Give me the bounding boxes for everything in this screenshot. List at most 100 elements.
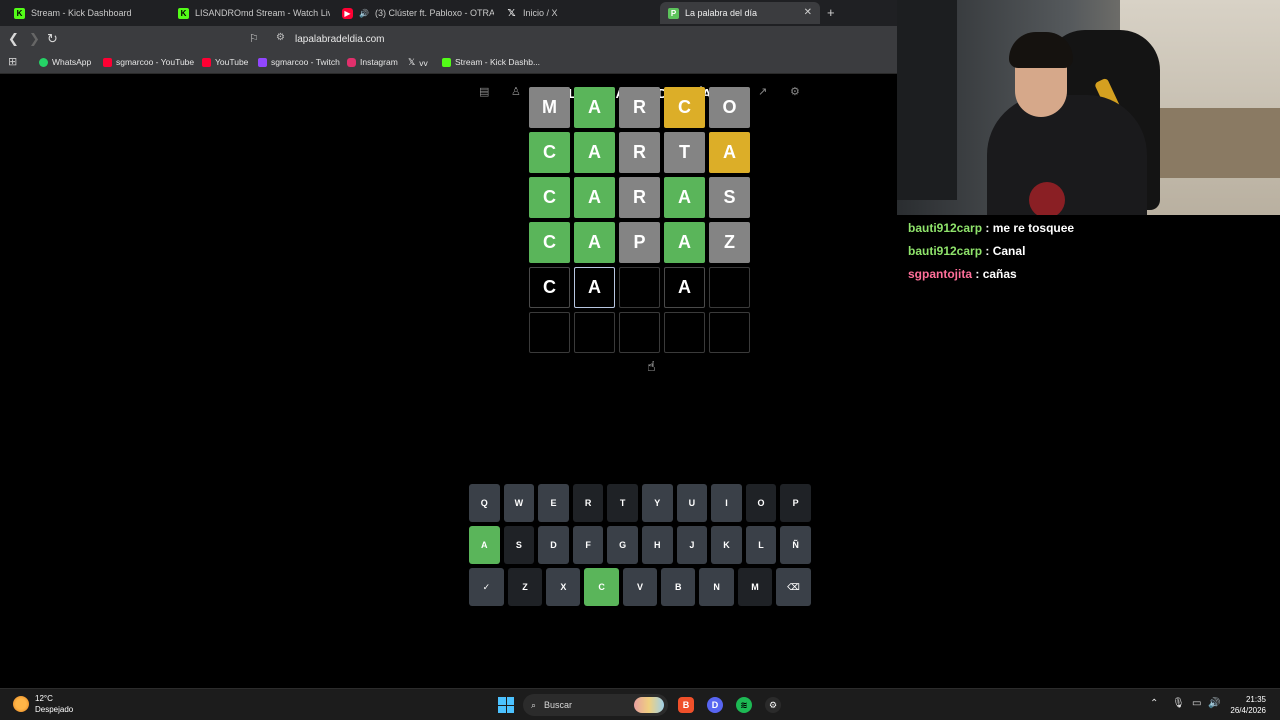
- apps-grid-icon[interactable]: ⊞: [8, 55, 17, 68]
- tray-chevron-icon[interactable]: ⌃: [1150, 698, 1158, 709]
- settings-icon[interactable]: ⚙: [790, 85, 800, 98]
- key-z[interactable]: Z: [507, 568, 543, 606]
- site-settings-icon[interactable]: ⚙: [276, 32, 285, 43]
- microphone-icon[interactable]: 🎙: [1172, 698, 1185, 709]
- backspace-key[interactable]: ⌫: [776, 568, 811, 606]
- tab-palabra-del-dia[interactable]: P La palabra del día ✕: [660, 2, 820, 24]
- letter-tile: S: [709, 177, 750, 218]
- tab-cluster[interactable]: ▶ 🔊 (3) Clúster ft. Pabloxo - OTRA SE: [334, 2, 494, 24]
- chat-username[interactable]: sgpantojita: [908, 267, 972, 281]
- keyboard-row: QWERTYUIOP: [469, 484, 811, 522]
- discord-icon[interactable]: D: [707, 697, 723, 713]
- chat-username[interactable]: bauti912carp: [908, 244, 982, 258]
- key-i[interactable]: I: [711, 484, 742, 522]
- key-ñ[interactable]: Ñ: [780, 526, 811, 564]
- reload-icon[interactable]: ↻: [47, 31, 58, 47]
- letter-grid: MARCOCARTACARASCAPAZCAA: [529, 87, 750, 357]
- key-u[interactable]: U: [676, 484, 708, 522]
- microphone-shape: [1029, 182, 1065, 215]
- whatsapp-icon: [39, 57, 48, 67]
- key-g[interactable]: G: [607, 526, 638, 564]
- key-f[interactable]: F: [572, 526, 604, 564]
- key-v[interactable]: V: [622, 568, 658, 606]
- key-w[interactable]: W: [503, 484, 535, 522]
- bookmark-kick-dashboard[interactable]: Stream - Kick Dashb...: [442, 57, 540, 67]
- key-e[interactable]: E: [538, 484, 569, 522]
- letter-tile[interactable]: [619, 267, 660, 308]
- kick-icon: [442, 57, 451, 67]
- key-b[interactable]: B: [661, 568, 696, 606]
- streamer-hair-shape: [1009, 32, 1073, 68]
- key-a[interactable]: A: [469, 526, 500, 564]
- brave-icon[interactable]: B: [678, 697, 694, 713]
- letter-tile: [664, 312, 705, 353]
- letter-tile[interactable]: A: [574, 267, 615, 308]
- new-tab-button[interactable]: +: [827, 5, 835, 20]
- key-j[interactable]: J: [676, 526, 708, 564]
- chat-text: : me re tosquee: [985, 221, 1075, 235]
- spotify-icon[interactable]: ≋: [736, 697, 752, 713]
- letter-tile[interactable]: A: [664, 267, 705, 308]
- steam-icon[interactable]: ⚙: [765, 697, 781, 713]
- enter-key[interactable]: ✓: [469, 568, 504, 606]
- taskbar-search[interactable]: ⌕ Buscar: [523, 694, 668, 716]
- letter-tile: T: [664, 132, 705, 173]
- mouse-cursor-icon: ☝: [647, 358, 656, 374]
- letter-tile[interactable]: C: [529, 267, 570, 308]
- chat-username[interactable]: bauti912carp: [908, 221, 982, 235]
- url-text[interactable]: lapalabradeldia.com: [295, 34, 385, 45]
- key-l[interactable]: L: [745, 526, 777, 564]
- tab-lisandromd[interactable]: K LISANDROmd Stream - Watch Live o: [170, 2, 330, 24]
- tab-x[interactable]: 𝕏 Inicio / X: [498, 2, 658, 24]
- key-k[interactable]: K: [711, 526, 742, 564]
- letter-tile[interactable]: [709, 267, 750, 308]
- network-icon[interactable]: ▭: [1192, 698, 1201, 709]
- weather-widget[interactable]: 12°C Despejado: [13, 693, 73, 715]
- stats-icon[interactable]: ↗: [758, 85, 767, 98]
- twitch-icon: [258, 57, 267, 67]
- bookmark-whatsapp[interactable]: WhatsApp: [39, 57, 91, 67]
- youtube-icon: [103, 57, 112, 67]
- chat-message: sgpantojita : cañas: [908, 264, 1269, 287]
- bookmark-instagram[interactable]: Instagram: [347, 57, 398, 67]
- chat-message: bauti912carp : Canal: [908, 241, 1269, 264]
- key-t[interactable]: T: [607, 484, 638, 522]
- back-icon[interactable]: ❮: [8, 31, 19, 47]
- bookmark-label: Stream - Kick Dashb...: [455, 57, 541, 67]
- bookmark-twitch[interactable]: sgmarcoo - Twitch: [258, 57, 340, 67]
- key-q[interactable]: Q: [469, 484, 500, 522]
- speaker-icon[interactable]: 🔊: [359, 9, 369, 18]
- tab-kick-dashboard[interactable]: K Stream - Kick Dashboard: [6, 2, 166, 24]
- key-d[interactable]: D: [538, 526, 569, 564]
- key-h[interactable]: H: [641, 526, 673, 564]
- letter-tile: M: [529, 87, 570, 128]
- windows-start-icon[interactable]: [498, 697, 514, 713]
- key-r[interactable]: R: [572, 484, 604, 522]
- url-box[interactable]: ⚐ ⚙ lapalabradeldia.com: [244, 29, 894, 50]
- bookmark-label: WhatsApp: [52, 57, 92, 67]
- x-icon: 𝕏: [507, 7, 516, 19]
- bookmark-youtube[interactable]: YouTube: [202, 57, 248, 67]
- forward-icon[interactable]: ❯: [29, 31, 40, 47]
- close-tab-icon[interactable]: ✕: [804, 7, 812, 18]
- taskbar: 12°C Despejado ⌕ Buscar B D ≋ ⚙ ⌃ 🎙 ▭ 🔊 …: [0, 688, 1280, 720]
- key-s[interactable]: S: [503, 526, 535, 564]
- volume-icon[interactable]: 🔊: [1208, 698, 1220, 709]
- chat-text: : Canal: [985, 244, 1026, 258]
- weather-condition: Despejado: [35, 705, 74, 714]
- bookmark-icon[interactable]: ⚐: [249, 32, 259, 45]
- key-x[interactable]: X: [546, 568, 581, 606]
- tab-title: La palabra del día: [685, 8, 758, 18]
- key-y[interactable]: Y: [641, 484, 673, 522]
- grid-row: MARCO: [529, 87, 750, 128]
- key-p[interactable]: P: [780, 484, 811, 522]
- key-o[interactable]: O: [745, 484, 777, 522]
- key-c[interactable]: C: [584, 568, 619, 606]
- grid-row: CAA: [529, 267, 750, 308]
- bookmark-sgmarcoo-youtube[interactable]: sgmarcoo - YouTube: [103, 57, 194, 67]
- key-n[interactable]: N: [699, 568, 734, 606]
- clock[interactable]: 21:35 26/4/2026: [1230, 694, 1266, 716]
- bookmark-vv[interactable]: 𝕏 vv: [408, 57, 428, 68]
- key-m[interactable]: M: [737, 568, 773, 606]
- date: 26/4/2026: [1230, 706, 1266, 715]
